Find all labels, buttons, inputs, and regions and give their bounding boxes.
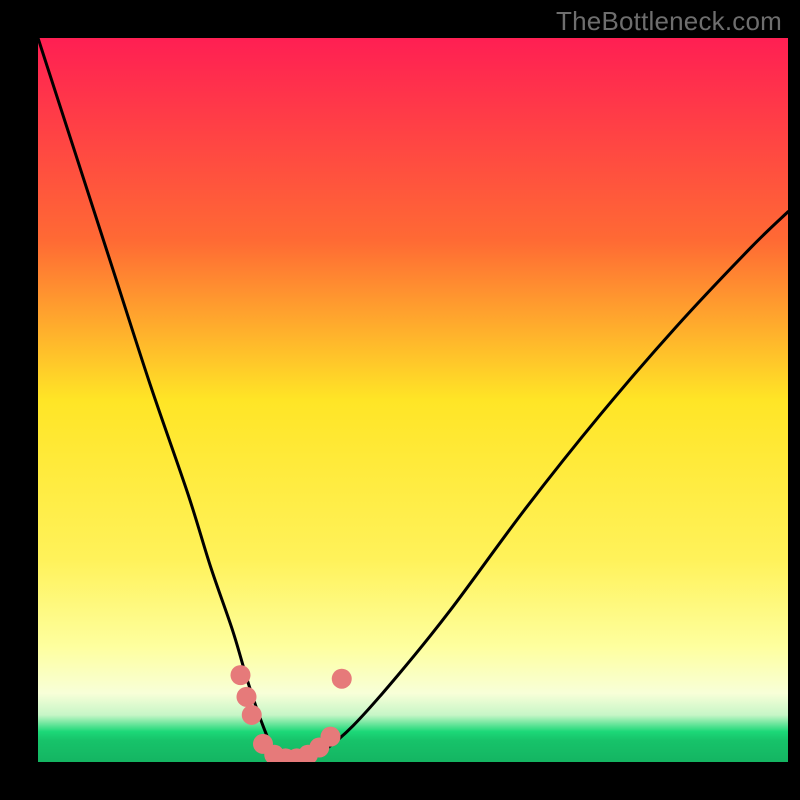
data-point: [237, 687, 257, 707]
data-point: [332, 669, 352, 689]
data-point: [242, 705, 262, 725]
bottleneck-chart: [0, 0, 800, 800]
watermark-text: TheBottleneck.com: [556, 6, 782, 37]
data-point: [321, 727, 341, 747]
data-point: [231, 665, 251, 685]
chart-container: TheBottleneck.com: [0, 0, 800, 800]
